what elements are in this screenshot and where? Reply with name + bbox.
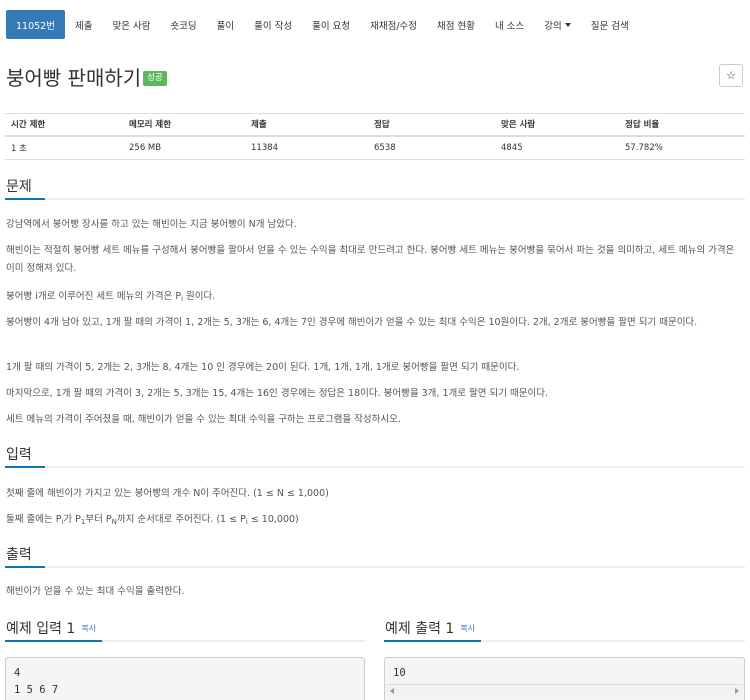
favorite-button[interactable]: ☆: [719, 64, 743, 87]
sample-output-heading: 예제 출력 1 복사: [385, 618, 475, 638]
cell-ratio: 57.782%: [619, 135, 745, 160]
cell-accepted: 6538: [368, 135, 495, 160]
nav-tab-submit[interactable]: 제출: [65, 11, 102, 39]
table-header-row: 시간 제한 메모리 제한 제출 정답 맞은 사람 정답 비율: [5, 113, 745, 137]
headline-accent: [5, 198, 45, 200]
sample-input-box[interactable]: 4 1 5 6 7: [5, 657, 365, 700]
header-accepted: 정답: [368, 113, 495, 137]
header-submissions: 제출: [245, 113, 368, 137]
problem-text-1: 강남역에서 붕어빵 장사를 하고 있는 해빈이는 지금 붕어빵이 N개 남았다.: [6, 219, 297, 230]
status-badge: 성공: [143, 71, 167, 86]
input-text-2a: 둘째 줄에는 P: [6, 514, 62, 525]
problem-heading: 문제: [6, 179, 32, 195]
nav-tab-my-source[interactable]: 내 소스: [485, 11, 534, 39]
sample-input-heading: 예제 입력 1 복사: [6, 618, 96, 638]
headline-accent: [384, 640, 481, 642]
nav-tab-solutions[interactable]: 풀이: [207, 11, 244, 39]
header-memory-limit: 메모리 제한: [123, 113, 245, 137]
nav-tab-lectures[interactable]: 강의: [534, 11, 580, 39]
input-text-2: 둘째 줄에는 Pi가 P1부터 PN까지 순서대로 주어진다. (1 ≤ Pi …: [6, 511, 744, 531]
nav-tab-write-solution[interactable]: 풀이 작성: [244, 11, 302, 39]
scroll-right-icon[interactable]: [735, 688, 739, 694]
nav-tab-status[interactable]: 채점 현황: [427, 11, 485, 39]
sample-output-scrollbar[interactable]: [386, 684, 743, 697]
problem-text-2: 해빈이는 적절히 붕어빵 세트 메뉴를 구성해서 붕어빵을 팔아서 얻을 수 있…: [6, 245, 735, 274]
problem-text-3: 붕어빵 i개로 이루어진 세트 메뉴의 가격은 Pi 원이다.: [6, 288, 744, 308]
caret-down-icon: [564, 23, 571, 27]
headline-accent: [5, 640, 102, 642]
nav-tab-short-coding[interactable]: 숏코딩: [160, 11, 206, 39]
headline-divider: [5, 466, 745, 468]
problem-nav: 11052번 제출 맞은 사람 숏코딩 풀이 풀이 작성 풀이 요청 재채점/수…: [0, 0, 750, 40]
input-text-2d: 까지 순서대로 주어진다. (1 ≤ P: [116, 514, 246, 525]
copy-input-link[interactable]: 복사: [81, 624, 96, 633]
star-icon: ☆: [726, 69, 736, 82]
nav-tab-question-search[interactable]: 질문 검색: [581, 11, 639, 39]
header-time-limit: 시간 제한: [5, 113, 123, 137]
output-heading: 출력: [6, 547, 32, 563]
sample-output-title: 예제 출력 1: [385, 621, 455, 637]
input-text-2b: 가 P: [63, 514, 81, 525]
problem-text-7: 세트 메뉴의 가격이 주어졌을 때, 해빈이가 얻을 수 있는 최대 수익을 구…: [6, 414, 401, 425]
problem-text-3a: 붕어빵 i개로 이루어진 세트 메뉴의 가격은 P: [6, 291, 182, 302]
headline-accent: [5, 466, 45, 468]
headline-divider: [384, 640, 745, 642]
nav-tab-lectures-label: 강의: [544, 21, 562, 32]
headline-accent: [5, 566, 45, 568]
cell-time-limit: 1 초: [5, 135, 123, 160]
output-text-1: 해빈이가 얻을 수 있는 최대 수익을 출력한다.: [6, 586, 185, 597]
problem-text-4: 붕어빵이 4개 남아 있고, 1개 팔 때의 가격이 1, 2개는 5, 3개는…: [6, 317, 698, 328]
nav-tab-rejudge[interactable]: 재채점/수정: [360, 11, 427, 39]
problem-text-5: 1개 팔 때의 가격이 5, 2개는 2, 3개는 8, 4개는 10 인 경우…: [6, 362, 520, 373]
table-row: 1 초 256 MB 11384 6538 4845 57.782%: [5, 135, 745, 160]
nav-tab-request-solution[interactable]: 풀이 요청: [302, 11, 360, 39]
problem-text-3b: 원이다.: [183, 291, 216, 302]
copy-output-link[interactable]: 복사: [460, 624, 475, 633]
problem-text-6: 마지막으로, 1개 팔 때의 가격이 3, 2개는 5, 3개는 15, 4개는…: [6, 388, 548, 399]
cell-solved-users: 4845: [495, 135, 619, 160]
input-text-2e: ≤ 10,000): [247, 514, 299, 525]
input-text-2c: 부터 P: [85, 514, 112, 525]
header-solved-users: 맞은 사람: [495, 113, 619, 137]
sample-input-title: 예제 입력 1: [6, 621, 76, 637]
headline-divider: [5, 198, 745, 200]
problem-info-table: 시간 제한 메모리 제한 제출 정답 맞은 사람 정답 비율 1 초 256 M…: [5, 113, 745, 160]
input-text-1: 첫째 줄에 해빈이가 가지고 있는 붕어빵의 개수 N이 주어진다. (1 ≤ …: [6, 488, 329, 499]
cell-submissions: 11384: [245, 135, 368, 160]
headline-divider: [5, 566, 745, 568]
header-ratio: 정답 비율: [619, 113, 745, 137]
problem-title: 붕어빵 판매하기: [6, 66, 142, 90]
nav-tab-solved-users[interactable]: 맞은 사람: [102, 11, 160, 39]
cell-memory-limit: 256 MB: [123, 135, 245, 160]
headline-divider: [5, 640, 365, 642]
input-heading: 입력: [6, 447, 32, 463]
nav-tab-problem[interactable]: 11052번: [6, 10, 65, 39]
scroll-left-icon[interactable]: [390, 688, 394, 694]
